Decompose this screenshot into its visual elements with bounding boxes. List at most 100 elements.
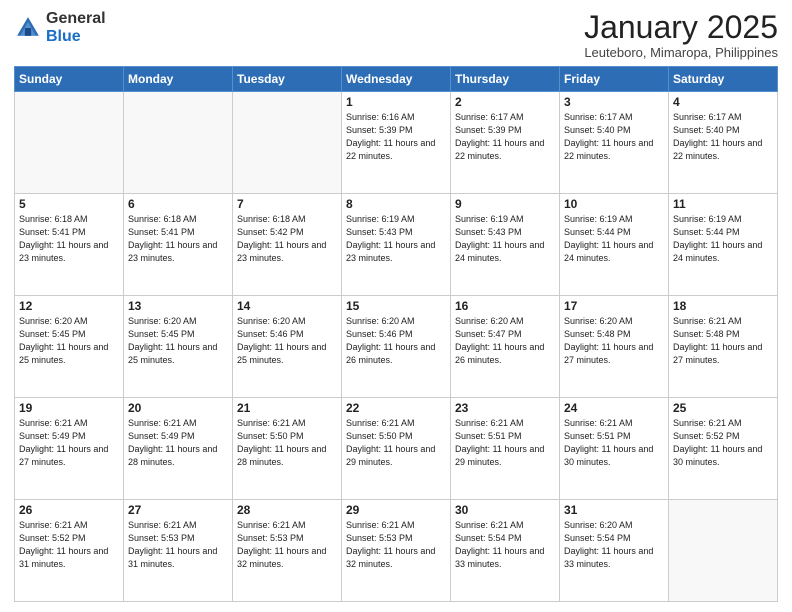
week-row-5: 26 Sunrise: 6:21 AMSunset: 5:52 PMDayligh… bbox=[15, 500, 778, 602]
day-cell bbox=[669, 500, 778, 602]
header: General Blue January 2025 Leuteboro, Mim… bbox=[14, 10, 778, 60]
day-number: 14 bbox=[237, 299, 337, 313]
page: General Blue January 2025 Leuteboro, Mim… bbox=[0, 0, 792, 612]
location: Leuteboro, Mimaropa, Philippines bbox=[584, 45, 778, 60]
month-title: January 2025 bbox=[584, 10, 778, 45]
week-row-4: 19 Sunrise: 6:21 AMSunset: 5:49 PMDayligh… bbox=[15, 398, 778, 500]
day-cell: 1 Sunrise: 6:16 AMSunset: 5:39 PMDaylight… bbox=[342, 92, 451, 194]
day-number: 2 bbox=[455, 95, 555, 109]
day-number: 28 bbox=[237, 503, 337, 517]
day-cell: 24 Sunrise: 6:21 AMSunset: 5:51 PMDayligh… bbox=[560, 398, 669, 500]
day-number: 1 bbox=[346, 95, 446, 109]
logo-general: General bbox=[46, 10, 106, 28]
day-info: Sunrise: 6:20 AMSunset: 5:54 PMDaylight:… bbox=[564, 519, 664, 571]
day-info: Sunrise: 6:19 AMSunset: 5:44 PMDaylight:… bbox=[564, 213, 664, 265]
day-cell: 3 Sunrise: 6:17 AMSunset: 5:40 PMDaylight… bbox=[560, 92, 669, 194]
day-header-sunday: Sunday bbox=[15, 67, 124, 92]
day-cell: 25Sunrise: 6:21 AMSunset: 5:52 PMDayligh… bbox=[669, 398, 778, 500]
day-cell: 26 Sunrise: 6:21 AMSunset: 5:52 PMDayligh… bbox=[15, 500, 124, 602]
day-header-saturday: Saturday bbox=[669, 67, 778, 92]
day-info: Sunrise: 6:20 AMSunset: 5:45 PMDaylight:… bbox=[19, 315, 119, 367]
day-number: 27 bbox=[128, 503, 228, 517]
day-header-tuesday: Tuesday bbox=[233, 67, 342, 92]
day-cell: 28 Sunrise: 6:21 AMSunset: 5:53 PMDayligh… bbox=[233, 500, 342, 602]
day-number: 6 bbox=[128, 197, 228, 211]
day-number: 9 bbox=[455, 197, 555, 211]
day-number: 17 bbox=[564, 299, 664, 313]
day-number: 26 bbox=[19, 503, 119, 517]
day-cell: 31Sunrise: 6:20 AMSunset: 5:54 PMDayligh… bbox=[560, 500, 669, 602]
day-info: Sunrise: 6:21 AMSunset: 5:51 PMDaylight:… bbox=[455, 417, 555, 469]
week-row-1: 1 Sunrise: 6:16 AMSunset: 5:39 PMDaylight… bbox=[15, 92, 778, 194]
logo-icon bbox=[14, 14, 42, 42]
day-number: 8 bbox=[346, 197, 446, 211]
day-cell: 11 Sunrise: 6:19 AMSunset: 5:44 PMDayligh… bbox=[669, 194, 778, 296]
day-cell: 29 Sunrise: 6:21 AMSunset: 5:53 PMDayligh… bbox=[342, 500, 451, 602]
day-info: Sunrise: 6:21 AMSunset: 5:50 PMDaylight:… bbox=[346, 417, 446, 469]
day-info: Sunrise: 6:18 AMSunset: 5:41 PMDaylight:… bbox=[19, 213, 119, 265]
day-cell: 17Sunrise: 6:20 AMSunset: 5:48 PMDayligh… bbox=[560, 296, 669, 398]
day-cell: 12 Sunrise: 6:20 AMSunset: 5:45 PMDayligh… bbox=[15, 296, 124, 398]
day-cell: 20 Sunrise: 6:21 AMSunset: 5:49 PMDayligh… bbox=[124, 398, 233, 500]
day-number: 20 bbox=[128, 401, 228, 415]
day-number: 16 bbox=[455, 299, 555, 313]
day-number: 24 bbox=[564, 401, 664, 415]
day-header-monday: Monday bbox=[124, 67, 233, 92]
day-cell: 2 Sunrise: 6:17 AMSunset: 5:39 PMDaylight… bbox=[451, 92, 560, 194]
day-info: Sunrise: 6:19 AMSunset: 5:43 PMDaylight:… bbox=[346, 213, 446, 265]
day-info: Sunrise: 6:17 AMSunset: 5:39 PMDaylight:… bbox=[455, 111, 555, 163]
day-number: 15 bbox=[346, 299, 446, 313]
day-cell: 15Sunrise: 6:20 AMSunset: 5:46 PMDayligh… bbox=[342, 296, 451, 398]
day-cell: 27 Sunrise: 6:21 AMSunset: 5:53 PMDayligh… bbox=[124, 500, 233, 602]
day-cell: 9Sunrise: 6:19 AMSunset: 5:43 PMDaylight… bbox=[451, 194, 560, 296]
day-cell bbox=[15, 92, 124, 194]
day-cell: 13 Sunrise: 6:20 AMSunset: 5:45 PMDayligh… bbox=[124, 296, 233, 398]
day-info: Sunrise: 6:21 AMSunset: 5:52 PMDaylight:… bbox=[673, 417, 773, 469]
day-number: 12 bbox=[19, 299, 119, 313]
day-number: 4 bbox=[673, 95, 773, 109]
day-info: Sunrise: 6:21 AMSunset: 5:54 PMDaylight:… bbox=[455, 519, 555, 571]
day-cell: 14 Sunrise: 6:20 AMSunset: 5:46 PMDayligh… bbox=[233, 296, 342, 398]
day-info: Sunrise: 6:21 AMSunset: 5:53 PMDaylight:… bbox=[346, 519, 446, 571]
day-number: 5 bbox=[19, 197, 119, 211]
day-info: Sunrise: 6:21 AMSunset: 5:49 PMDaylight:… bbox=[128, 417, 228, 469]
day-number: 3 bbox=[564, 95, 664, 109]
week-row-2: 5 Sunrise: 6:18 AMSunset: 5:41 PMDaylight… bbox=[15, 194, 778, 296]
logo-blue: Blue bbox=[46, 28, 106, 46]
day-info: Sunrise: 6:21 AMSunset: 5:53 PMDaylight:… bbox=[237, 519, 337, 571]
day-header-thursday: Thursday bbox=[451, 67, 560, 92]
day-info: Sunrise: 6:18 AMSunset: 5:41 PMDaylight:… bbox=[128, 213, 228, 265]
day-info: Sunrise: 6:21 AMSunset: 5:50 PMDaylight:… bbox=[237, 417, 337, 469]
day-info: Sunrise: 6:20 AMSunset: 5:46 PMDaylight:… bbox=[237, 315, 337, 367]
day-number: 10 bbox=[564, 197, 664, 211]
day-number: 22 bbox=[346, 401, 446, 415]
day-info: Sunrise: 6:21 AMSunset: 5:52 PMDaylight:… bbox=[19, 519, 119, 571]
day-cell: 19 Sunrise: 6:21 AMSunset: 5:49 PMDayligh… bbox=[15, 398, 124, 500]
day-cell: 23Sunrise: 6:21 AMSunset: 5:51 PMDayligh… bbox=[451, 398, 560, 500]
day-info: Sunrise: 6:21 AMSunset: 5:51 PMDaylight:… bbox=[564, 417, 664, 469]
day-cell: 21Sunrise: 6:21 AMSunset: 5:50 PMDayligh… bbox=[233, 398, 342, 500]
day-number: 13 bbox=[128, 299, 228, 313]
day-info: Sunrise: 6:21 AMSunset: 5:53 PMDaylight:… bbox=[128, 519, 228, 571]
day-cell: 18Sunrise: 6:21 AMSunset: 5:48 PMDayligh… bbox=[669, 296, 778, 398]
day-number: 11 bbox=[673, 197, 773, 211]
logo-text: General Blue bbox=[46, 10, 106, 45]
day-cell bbox=[124, 92, 233, 194]
day-info: Sunrise: 6:19 AMSunset: 5:44 PMDaylight:… bbox=[673, 213, 773, 265]
day-cell: 6 Sunrise: 6:18 AMSunset: 5:41 PMDaylight… bbox=[124, 194, 233, 296]
title-block: January 2025 Leuteboro, Mimaropa, Philip… bbox=[584, 10, 778, 60]
day-cell: 30Sunrise: 6:21 AMSunset: 5:54 PMDayligh… bbox=[451, 500, 560, 602]
day-cell bbox=[233, 92, 342, 194]
day-info: Sunrise: 6:17 AMSunset: 5:40 PMDaylight:… bbox=[564, 111, 664, 163]
day-cell: 8 Sunrise: 6:19 AMSunset: 5:43 PMDaylight… bbox=[342, 194, 451, 296]
day-cell: 22 Sunrise: 6:21 AMSunset: 5:50 PMDayligh… bbox=[342, 398, 451, 500]
day-cell: 10 Sunrise: 6:19 AMSunset: 5:44 PMDayligh… bbox=[560, 194, 669, 296]
day-info: Sunrise: 6:20 AMSunset: 5:45 PMDaylight:… bbox=[128, 315, 228, 367]
day-cell: 5 Sunrise: 6:18 AMSunset: 5:41 PMDaylight… bbox=[15, 194, 124, 296]
day-number: 29 bbox=[346, 503, 446, 517]
logo: General Blue bbox=[14, 10, 106, 45]
day-info: Sunrise: 6:16 AMSunset: 5:39 PMDaylight:… bbox=[346, 111, 446, 163]
day-header-wednesday: Wednesday bbox=[342, 67, 451, 92]
day-number: 19 bbox=[19, 401, 119, 415]
day-info: Sunrise: 6:21 AMSunset: 5:49 PMDaylight:… bbox=[19, 417, 119, 469]
